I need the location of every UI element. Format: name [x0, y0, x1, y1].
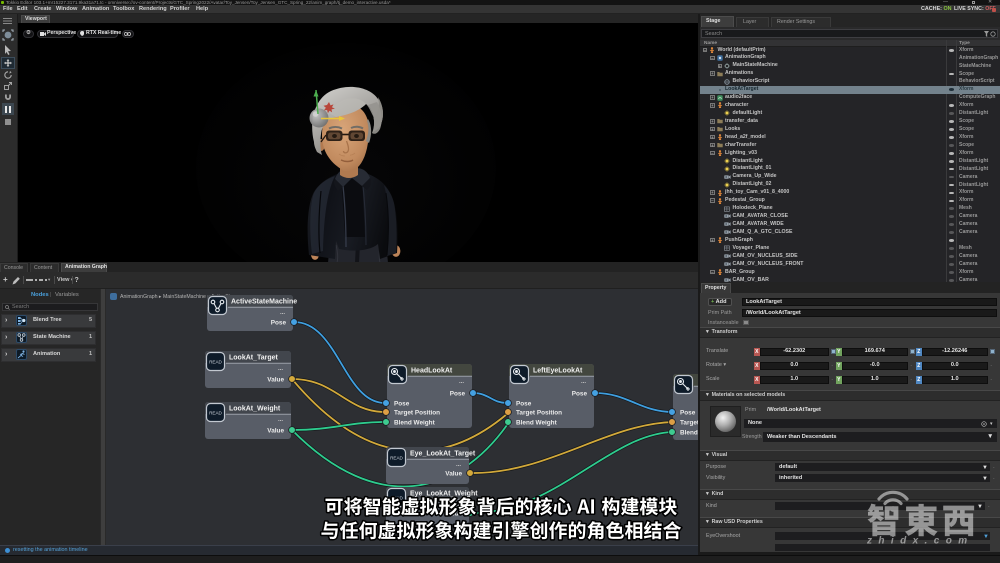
svg-text:Pose: Pose: [394, 400, 410, 407]
svg-text:Blend Weight: Blend Weight: [516, 419, 558, 426]
svg-text:ActiveStateMachine: ActiveStateMachine: [231, 299, 297, 306]
svg-text:Blend W: Blend W: [680, 429, 698, 436]
svg-text:...: ...: [278, 417, 283, 423]
svg-text:READ: READ: [390, 496, 403, 501]
svg-text:...: ...: [581, 379, 586, 385]
svg-text:...: ...: [456, 502, 461, 508]
svg-text:...: ...: [278, 366, 283, 372]
svg-text:...: ...: [459, 379, 464, 385]
svg-text:Eye_LookAt_Weight: Eye_LookAt_Weight: [410, 491, 478, 498]
svg-text:...: ...: [280, 310, 285, 316]
svg-text:Value: Value: [267, 427, 284, 434]
svg-text:Pose: Pose: [271, 319, 287, 326]
svg-text:READ: READ: [209, 411, 222, 416]
svg-text:READ: READ: [390, 456, 403, 461]
svg-text:Value: Value: [445, 510, 462, 517]
svg-text:Blend Weight: Blend Weight: [394, 419, 436, 426]
svg-text:Value: Value: [445, 470, 462, 477]
svg-text:Target: Target: [680, 419, 698, 426]
svg-text:Target Position: Target Position: [394, 409, 440, 416]
svg-text:LookAt_Target: LookAt_Target: [229, 355, 279, 362]
svg-text:Target Position: Target Position: [516, 409, 562, 416]
svg-text:LeftEyeLookAt: LeftEyeLookAt: [533, 368, 583, 375]
svg-text:Value: Value: [267, 376, 284, 383]
svg-text:Pose: Pose: [680, 409, 696, 416]
svg-text:Eye_LookAt_Target: Eye_LookAt_Target: [410, 451, 476, 458]
svg-text:LookAt_Weight: LookAt_Weight: [229, 406, 281, 413]
svg-text:Pose: Pose: [450, 390, 466, 397]
svg-text:READ: READ: [209, 360, 222, 365]
svg-text:...: ...: [456, 462, 461, 468]
svg-text:HeadLookAt: HeadLookAt: [411, 368, 453, 375]
svg-text:Pose: Pose: [572, 390, 588, 397]
svg-text:Pose: Pose: [516, 400, 532, 407]
